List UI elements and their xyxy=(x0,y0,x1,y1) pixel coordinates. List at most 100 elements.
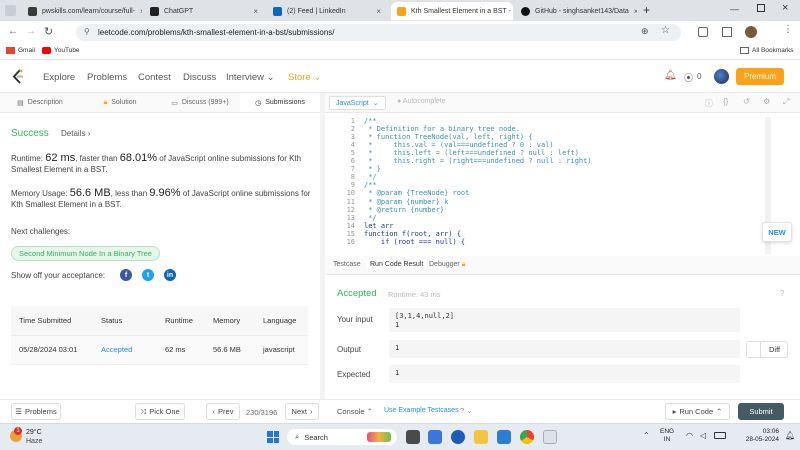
twitter-icon[interactable]: t xyxy=(142,269,154,281)
chevron-down-icon: ⌄ xyxy=(372,100,379,107)
bookmark-youtube[interactable]: YouTube xyxy=(42,47,80,54)
prev-button[interactable]: ‹ Prev xyxy=(206,403,240,420)
pick-one-button[interactable]: ⤨ Pick One xyxy=(135,403,185,420)
header-time: Time Submitted xyxy=(11,306,93,336)
url-input[interactable]: ⚲ leetcode.com/problems/kth-smallest-ele… xyxy=(76,24,681,41)
leetcode-logo-icon[interactable] xyxy=(12,69,25,84)
code-line: * Definition for a binary tree node. xyxy=(364,125,520,134)
next-button[interactable]: Next › xyxy=(285,403,319,420)
tab-debugger[interactable]: Debugger 🔒︎ xyxy=(429,261,465,269)
run-runtime: Runtime: 43 ms xyxy=(388,290,441,299)
language-indicator[interactable]: ENG IN xyxy=(660,428,674,444)
nav-discuss[interactable]: Discuss xyxy=(183,72,216,83)
close-icon[interactable]: × xyxy=(253,7,258,16)
details-link[interactable]: Details › xyxy=(61,129,90,138)
window-close-icon[interactable]: × xyxy=(782,2,788,14)
premium-button[interactable]: Premium xyxy=(736,68,784,85)
minimize-icon[interactable]: — xyxy=(730,4,739,14)
task-view-icon[interactable] xyxy=(406,430,420,444)
tab-run-code-result[interactable]: Run Code Result xyxy=(367,259,427,270)
nav-problems[interactable]: Problems xyxy=(87,72,127,83)
address-bar-row: ← → ↻ ⚲ leetcode.com/problems/kth-smalle… xyxy=(0,21,800,44)
settings-gear-icon[interactable]: ⚙ xyxy=(763,97,770,106)
language-select[interactable]: JavaScript ⌄ xyxy=(329,96,386,110)
cell-runtime: 62 ms xyxy=(157,335,205,365)
diff-toggle[interactable]: Diff xyxy=(746,341,788,358)
reset-icon[interactable]: ↺ xyxy=(743,97,750,106)
autocomplete-toggle[interactable]: ● Autocomplete xyxy=(397,98,446,105)
bookmark-gmail[interactable]: Gmail xyxy=(6,47,35,54)
browser-tab-chatgpt[interactable]: ChatGPT × xyxy=(144,2,264,20)
tray-overflow-icon[interactable]: ⌃ xyxy=(643,431,650,440)
menu-kebab-icon[interactable]: ⋮ xyxy=(783,24,793,35)
info-icon[interactable]: ⓘ xyxy=(705,98,713,109)
browser-tab-linkedin[interactable]: (2) Feed | LinkedIn × xyxy=(267,2,387,20)
browser-tab-leetcode[interactable]: Kth Smallest Element in a BST -× xyxy=(391,2,513,20)
tab-search-icon[interactable] xyxy=(5,5,16,16)
extensions-icon[interactable] xyxy=(698,27,708,37)
linkedin-icon[interactable]: in xyxy=(164,269,176,281)
file-explorer-icon[interactable] xyxy=(474,430,488,444)
user-avatar[interactable] xyxy=(714,69,729,84)
line-number: 6 xyxy=(350,157,355,166)
pinned-app-icon[interactable] xyxy=(543,430,557,444)
code-line: * } xyxy=(364,165,381,174)
nav-store[interactable]: Store ⌄ xyxy=(288,72,321,83)
tab-solution[interactable]: 🔒︎ Solution xyxy=(80,93,160,112)
tab-discuss[interactable]: ▭ Discuss (999+) xyxy=(160,93,240,112)
problems-button[interactable]: ☰ Problems xyxy=(11,403,61,420)
nav-interview[interactable]: Interview ⌄ xyxy=(226,72,275,83)
reload-icon[interactable]: ↻ xyxy=(44,25,53,38)
wifi-icon[interactable]: ◠ xyxy=(686,431,693,440)
use-example-testcases-link[interactable]: Use Example Testcases xyxy=(384,407,459,414)
tab-description[interactable]: ▤ Description xyxy=(0,93,80,112)
site-info-icon[interactable]: ⚲ xyxy=(84,27,90,36)
cell-status-link[interactable]: Accepted xyxy=(93,335,157,365)
bookmark-star-icon[interactable]: ☆ xyxy=(661,25,670,36)
nav-contest[interactable]: Contest xyxy=(138,72,171,83)
close-icon[interactable]: × xyxy=(140,7,142,16)
run-code-button[interactable]: ▸ Run Code ⌃ xyxy=(665,403,730,420)
all-bookmarks[interactable]: All Bookmarks xyxy=(740,47,794,54)
notifications-bell-icon[interactable]: 🔔︎ xyxy=(785,431,795,440)
sidepanel-icon[interactable] xyxy=(722,27,732,37)
new-tab-icon[interactable]: + xyxy=(643,3,650,17)
next-challenge-chip[interactable]: Second Minimum Node In a Binary Tree xyxy=(11,246,160,261)
chevron-down-icon: ⌄ xyxy=(266,72,275,83)
profile-avatar[interactable] xyxy=(745,26,757,38)
teams-icon[interactable] xyxy=(428,430,442,444)
battery-icon[interactable] xyxy=(714,432,726,439)
clock[interactable]: 03:06 28-05-2024 xyxy=(735,428,779,444)
security-icon[interactable] xyxy=(451,430,465,444)
help-icon[interactable]: ? xyxy=(780,289,784,298)
line-number: 4 xyxy=(350,141,355,150)
help-icon[interactable]: ? ⌄ xyxy=(460,406,473,415)
line-number: 8 xyxy=(350,173,355,182)
line-number: 1 xyxy=(350,117,355,125)
taskbar-search-input[interactable]: ⌕ Search xyxy=(287,429,397,445)
bell-icon[interactable]: 🔔︎ xyxy=(664,70,677,81)
tab-submissions[interactable]: ◷ Submissions xyxy=(240,93,320,112)
windows-start-icon[interactable] xyxy=(267,431,279,443)
submit-button[interactable]: Submit xyxy=(738,403,784,420)
tab-testcase[interactable]: Testcase xyxy=(333,261,361,268)
line-number: 11 xyxy=(346,197,355,206)
close-icon[interactable]: × xyxy=(634,7,637,16)
braces-icon[interactable]: {} xyxy=(723,97,728,106)
nav-explore[interactable]: Explore xyxy=(43,72,75,83)
code-editor[interactable]: 1 2 3 4 5 6 7 8 9 10 11 12 13 14 15 16 /** * Definition… xyxy=(325,117,765,254)
back-icon[interactable]: ← xyxy=(8,26,18,37)
new-badge-button[interactable]: NEW xyxy=(762,222,792,242)
volume-icon[interactable]: ◁ xyxy=(700,431,706,440)
browser-tab-github[interactable]: GitHub - singhsanket143/Data × xyxy=(515,2,637,20)
close-icon[interactable]: × xyxy=(376,7,381,16)
browser-tab-pwskills[interactable]: pwskills.com/learn/course/full-× xyxy=(22,2,142,20)
chrome-icon[interactable] xyxy=(520,430,534,444)
maximize-icon[interactable] xyxy=(757,4,765,12)
forward-icon[interactable]: → xyxy=(26,26,36,37)
facebook-icon[interactable]: f xyxy=(120,269,132,281)
fullscreen-icon[interactable]: ⤢ xyxy=(783,97,789,107)
vscode-icon[interactable] xyxy=(497,430,511,444)
zoom-icon[interactable]: ⊕ xyxy=(641,26,649,37)
console-toggle[interactable]: Console ⌃ xyxy=(337,407,373,416)
